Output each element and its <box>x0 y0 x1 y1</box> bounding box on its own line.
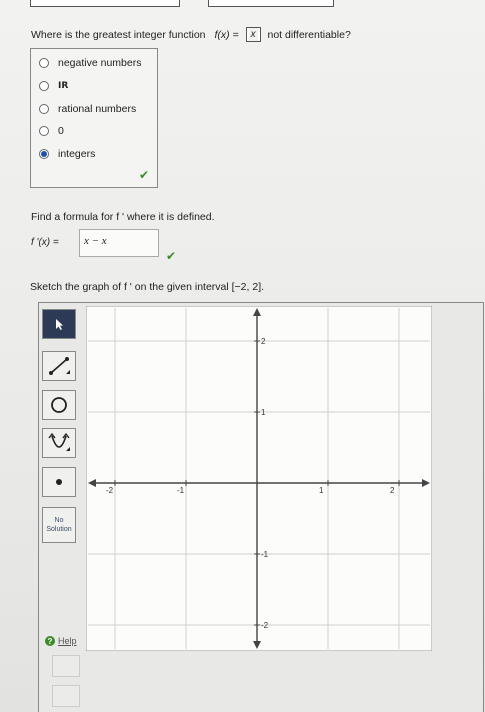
checkmark-icon: ✔ <box>139 168 150 182</box>
answer-input[interactable]: x − x <box>79 229 159 257</box>
y-tick-label: -2 <box>261 621 269 630</box>
help-icon: ? <box>45 636 55 646</box>
faint-button-1[interactable] <box>52 655 80 677</box>
radio-button-selected[interactable] <box>39 149 49 159</box>
radio-button[interactable] <box>39 104 49 114</box>
parabola-icon <box>48 432 70 451</box>
floor-bracket: x <box>245 27 261 42</box>
radio-button[interactable] <box>39 126 49 136</box>
top-tab-right[interactable] <box>208 0 334 7</box>
y-tick-label: -1 <box>261 550 269 559</box>
faint-button-2[interactable] <box>52 685 80 707</box>
y-tick-label: 2 <box>261 337 266 346</box>
help-label: Help <box>58 636 77 646</box>
question1-prompt: Where is the greatest integer function f… <box>31 27 351 43</box>
top-tab-left[interactable] <box>30 0 180 7</box>
pointer-tool[interactable] <box>42 309 76 339</box>
x-tick-label: -2 <box>106 486 114 495</box>
question3-prompt: Sketch the graph of f ' on the given int… <box>30 281 265 293</box>
choice-integers[interactable]: integers <box>39 147 95 161</box>
choice-label: negative numbers <box>58 57 142 69</box>
floor-var: x <box>250 29 256 40</box>
x-tick-label: -1 <box>177 486 185 495</box>
question1-prefix: Where is the greatest integer function <box>31 29 206 41</box>
choice-label: IR <box>58 81 69 91</box>
help-link[interactable]: ? Help <box>45 636 77 646</box>
radio-button[interactable] <box>39 58 49 68</box>
choice-label: integers <box>58 148 96 160</box>
choice-label: rational numbers <box>58 103 137 115</box>
choice-zero[interactable]: 0 <box>39 124 64 138</box>
checkmark-icon: ✔ <box>166 249 177 263</box>
coordinate-graph[interactable]: -2 -1 1 2 2 1 -1 -2 <box>86 306 432 651</box>
no-solution-line2: Solution <box>46 526 72 533</box>
question1-fx: f(x) = <box>214 29 239 41</box>
page-background: Where is the greatest integer function f… <box>0 0 485 712</box>
question1-suffix: not differentiable? <box>267 29 351 41</box>
x-tick-label: 2 <box>390 486 395 495</box>
graph-area <box>86 306 432 651</box>
choice-negative-numbers[interactable]: negative numbers <box>39 56 141 70</box>
point-icon <box>56 479 62 485</box>
circle-tool[interactable] <box>42 390 76 420</box>
y-tick-label: 1 <box>261 408 266 417</box>
radio-button[interactable] <box>39 81 49 91</box>
choice-real-numbers[interactable]: IR <box>39 79 68 93</box>
choice-label: 0 <box>58 125 64 137</box>
line-tool[interactable] <box>42 351 76 381</box>
no-solution-button[interactable]: No Solution <box>42 507 76 543</box>
derivative-label: f '(x) = <box>31 237 59 248</box>
choice-rational-numbers[interactable]: rational numbers <box>39 102 136 116</box>
choice-box: negative numbers IR rational numbers 0 i… <box>30 48 158 188</box>
circle-icon <box>51 397 67 413</box>
question2-prompt: Find a formula for f ' where it is defin… <box>31 211 215 223</box>
answer-value: x − x <box>84 235 107 247</box>
point-tool[interactable] <box>42 467 76 497</box>
line-segment-icon <box>49 357 70 375</box>
parabola-tool[interactable] <box>42 428 76 458</box>
arrow-pointer-icon <box>56 319 63 330</box>
no-solution-line1: No <box>54 517 64 524</box>
x-tick-label: 1 <box>319 486 324 495</box>
